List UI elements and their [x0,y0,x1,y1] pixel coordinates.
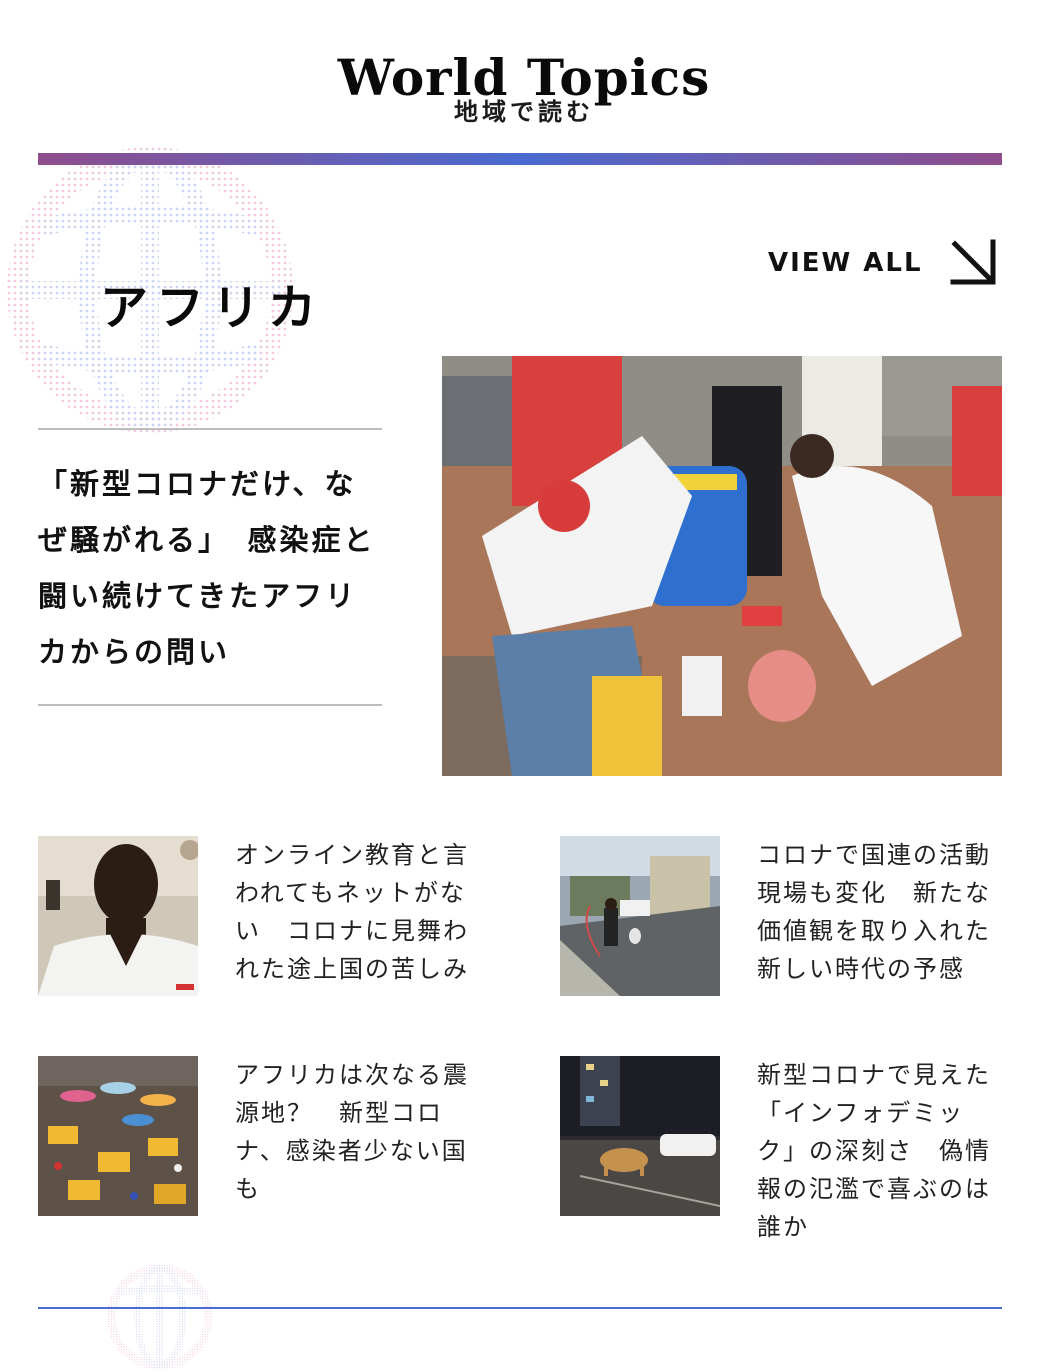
section-title: アフリカ [100,279,325,336]
article-thumbnail [560,1056,720,1216]
article-title: オンライン教育と言われてもネットがない コロナに見舞われた途上国の苦しみ [235,841,469,983]
featured-article-image[interactable] [442,356,1002,776]
article-thumbnail [560,836,720,996]
article-title: 新型コロナで見えた「インフォデミック」の深刻さ 偽情報の氾濫で喜ぶのは誰か [757,1061,991,1241]
article-thumbnail [38,1056,198,1216]
header-divider [38,153,1002,165]
globe-decoration-icon-bottom [107,1264,213,1370]
view-all-label: VIEW ALL [768,248,923,278]
article-title: コロナで国連の活動現場も変化 新たな価値観を取り入れた新しい時代の予感 [757,841,991,983]
featured-rule-bottom [38,704,382,706]
featured-article-title[interactable]: 「新型コロナだけ、なぜ騒がれる」 感染症と闘い続けてきたアフリカからの問い [38,456,384,680]
site-subtitle: 地域で読む [454,98,594,126]
featured-rule-top [38,428,382,430]
view-all-link[interactable]: VIEW ALL [768,236,999,290]
section-divider [38,1307,1002,1309]
article-thumbnail [38,836,198,996]
article-title: アフリカは次なる震源地？ 新型コロナ、感染者少ない国も [235,1061,469,1203]
arrow-down-right-icon [950,239,996,285]
